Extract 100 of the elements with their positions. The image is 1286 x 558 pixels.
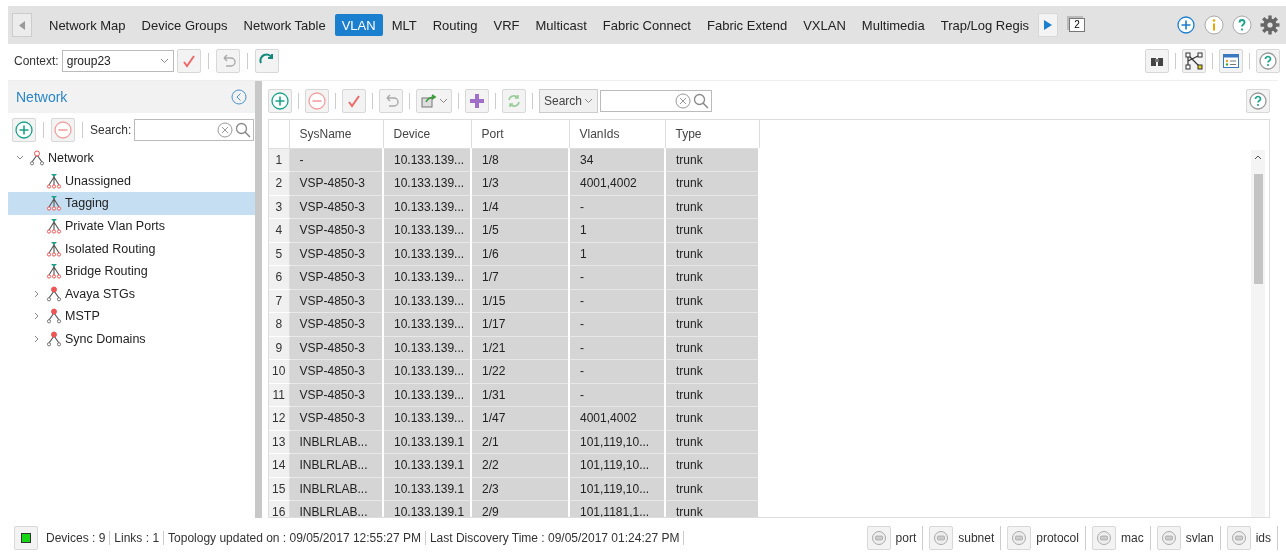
scrollbar[interactable]: [1251, 150, 1265, 517]
table-cell: 1/21: [471, 336, 569, 360]
collapse-icon[interactable]: [231, 89, 247, 105]
row-number: 14: [269, 453, 289, 477]
filter-label: mac: [1120, 531, 1144, 545]
help-button[interactable]: [1256, 49, 1280, 73]
export-icon: [420, 94, 437, 108]
row-number: 6: [269, 265, 289, 289]
status-text: Topology updated on : 09/05/2017 12:55:27 PM: [164, 531, 426, 545]
filter-icon: [1160, 530, 1177, 546]
refresh-button[interactable]: [254, 49, 279, 73]
tree-item[interactable]: Private Vlan Ports: [8, 214, 255, 238]
tab[interactable]: Network Map: [42, 14, 133, 36]
add-column-button[interactable]: [465, 89, 489, 113]
row-number: 11: [269, 383, 289, 407]
chevron-right-icon: [33, 312, 41, 321]
network-node-icon: [29, 150, 45, 167]
tree-item[interactable]: Tagging: [8, 192, 255, 215]
scroll-left-button[interactable]: [12, 13, 32, 37]
add-button[interactable]: [1174, 13, 1198, 37]
column-header[interactable]: Type: [665, 120, 759, 148]
filter-icon: [1095, 530, 1112, 546]
table-cell: 1: [569, 242, 665, 266]
tab[interactable]: MLT: [384, 14, 424, 36]
tab[interactable]: Multimedia: [854, 14, 932, 36]
table-cell: 1/6: [471, 242, 569, 266]
play-icon: [1044, 20, 1053, 30]
search-field[interactable]: [600, 90, 713, 112]
topology-button[interactable]: [1182, 49, 1206, 73]
tab[interactable]: Trap/Log Regis: [933, 14, 1037, 36]
table-cell: 1/47: [471, 406, 569, 430]
tree-item[interactable]: Sync Domains: [8, 327, 255, 351]
table-cell: 101,119,10...: [569, 453, 665, 477]
tree-item[interactable]: Isolated Routing: [8, 237, 255, 260]
apply-button[interactable]: [342, 89, 366, 113]
tab[interactable]: Fabric Extend: [700, 14, 795, 36]
filter-button[interactable]: [1226, 526, 1251, 550]
tab[interactable]: Routing: [425, 14, 485, 36]
help-button[interactable]: [1246, 89, 1270, 113]
binoculars-button[interactable]: [1145, 49, 1169, 73]
tab[interactable]: Network Table: [236, 14, 333, 36]
filter-button[interactable]: [866, 526, 891, 550]
tree-item[interactable]: Bridge Routing: [8, 259, 255, 283]
checkmark-icon: [181, 54, 196, 68]
remove-button[interactable]: [51, 118, 75, 142]
caret-icon: [438, 98, 448, 104]
column-header[interactable]: Port: [471, 120, 569, 148]
sync-button[interactable]: [502, 89, 526, 113]
row-number: 4: [269, 218, 289, 242]
filter-label: svlan: [1185, 531, 1214, 545]
network-node-icon: [46, 308, 62, 325]
filter-label: port: [895, 531, 917, 545]
filter-label: subnet: [958, 531, 995, 545]
tab[interactable]: Multicast: [528, 14, 594, 36]
tab[interactable]: Device Groups: [134, 14, 235, 36]
status-button[interactable]: [14, 526, 38, 550]
info-button[interactable]: [1202, 13, 1226, 37]
scroll-thumb[interactable]: [1253, 174, 1263, 284]
search-field[interactable]: [134, 119, 255, 141]
export-button[interactable]: [416, 89, 452, 113]
settings-button[interactable]: [1258, 13, 1282, 37]
search-icon: [235, 122, 252, 138]
filter-button[interactable]: [1091, 526, 1116, 550]
tab[interactable]: VRF: [486, 14, 527, 36]
filter-button[interactable]: [1156, 526, 1181, 550]
context-dropdown[interactable]: group23: [61, 50, 174, 72]
table-cell: 101,119,10...: [569, 477, 665, 501]
tree-item[interactable]: Unassigned: [8, 169, 255, 193]
list-view-button[interactable]: [1219, 49, 1243, 73]
row-number: 8: [269, 312, 289, 336]
row-number: 3: [269, 195, 289, 219]
help-button[interactable]: [1230, 13, 1254, 37]
list-window-icon: [1223, 54, 1239, 68]
remove-button[interactable]: [305, 89, 329, 113]
tab[interactable]: VXLAN: [796, 14, 853, 36]
tree-item[interactable]: MSTP: [8, 305, 255, 328]
column-header[interactable]: SysName: [289, 120, 383, 148]
row-number: 1: [269, 148, 289, 172]
filter-button[interactable]: [1007, 526, 1032, 550]
apply-button[interactable]: [176, 49, 201, 73]
windows-button[interactable]: 2: [1064, 13, 1091, 37]
filter-label: ids: [1255, 531, 1271, 545]
row-number: 5: [269, 242, 289, 266]
table-cell: 1/4: [471, 195, 569, 219]
tree-item[interactable]: Avaya STGs: [8, 282, 255, 306]
tab[interactable]: Fabric Connect: [595, 14, 698, 36]
tree-item[interactable]: Network: [8, 147, 255, 170]
add-button[interactable]: [12, 118, 36, 142]
search-mode-dropdown[interactable]: Search: [539, 89, 599, 113]
filter-button[interactable]: [929, 526, 954, 550]
column-header[interactable]: Device: [383, 120, 471, 148]
scroll-right-button[interactable]: [1038, 13, 1059, 37]
column-header[interactable]: VlanIds: [569, 120, 665, 148]
info-icon: [1204, 15, 1224, 35]
panel-title: Network: [16, 89, 68, 105]
undo-button[interactable]: [379, 89, 403, 113]
network-group-icon: [46, 172, 62, 189]
undo-button[interactable]: [215, 49, 240, 73]
add-button[interactable]: [268, 89, 292, 113]
tab[interactable]: VLAN: [334, 14, 383, 36]
